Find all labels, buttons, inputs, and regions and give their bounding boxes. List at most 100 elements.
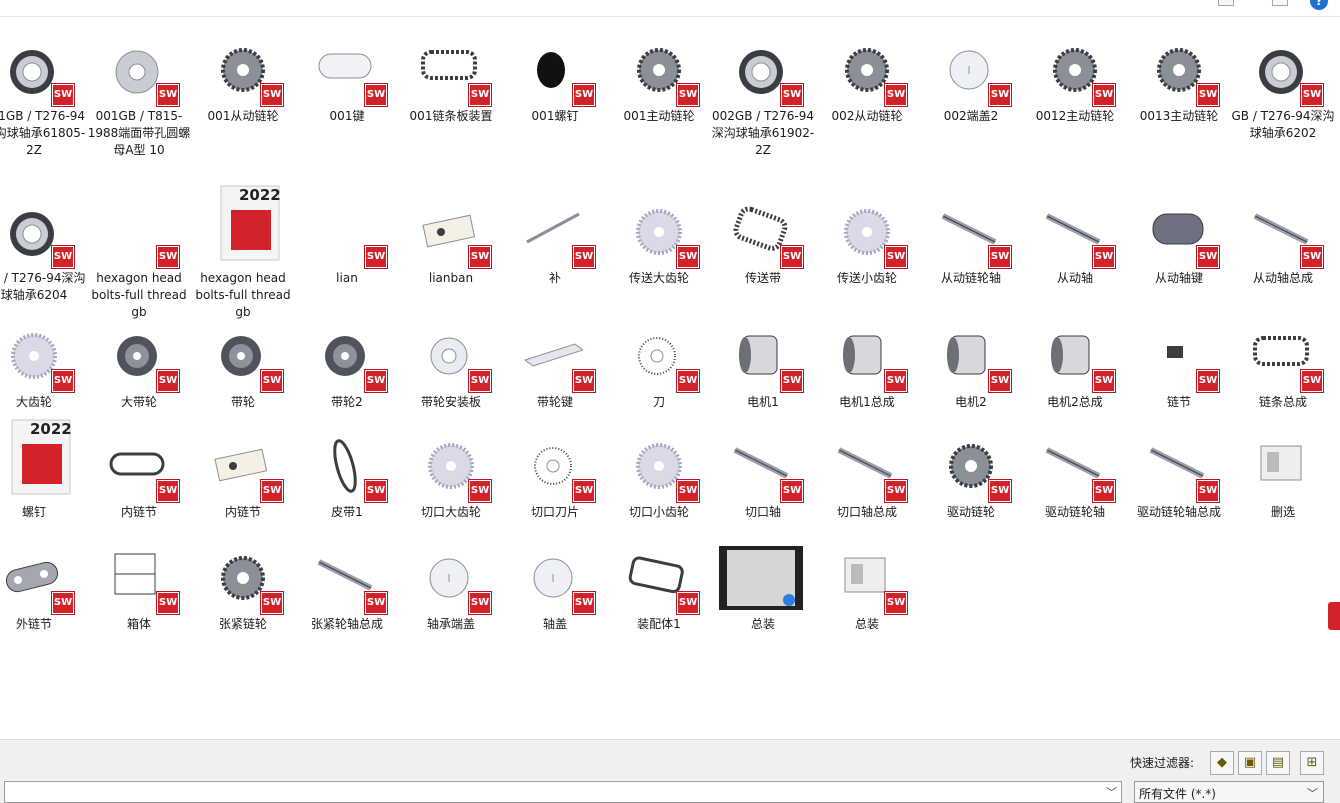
- file-item[interactable]: SW 001GB / T276-94深沟球轴承61805-2Z: [0, 36, 86, 159]
- file-item[interactable]: SW 带轮: [191, 322, 295, 411]
- file-item[interactable]: SW 总装: [815, 544, 919, 633]
- file-item[interactable]: SW 内链节: [191, 432, 295, 521]
- file-item[interactable]: SW 大齿轮: [0, 322, 86, 411]
- file-name-label: 传送大齿轮: [628, 271, 689, 285]
- solidworks-badge-icon: SW: [469, 370, 491, 392]
- file-item[interactable]: SW 驱动链轮轴总成: [1127, 432, 1231, 521]
- file-item[interactable]: SW 装配体1: [607, 544, 711, 633]
- file-item[interactable]: SW lian: [295, 198, 399, 287]
- solidworks-badge-icon: SW: [781, 480, 803, 502]
- file-item[interactable]: SW 从动轴: [1023, 198, 1127, 287]
- file-item[interactable]: SW 电机1: [711, 322, 815, 411]
- file-item[interactable]: SW 刀: [607, 322, 711, 411]
- file-name-label: hexagon head bolts-full thread gb: [195, 271, 291, 319]
- bearing-icon: SW: [0, 36, 74, 106]
- shaft-icon: SW: [1035, 198, 1115, 268]
- solidworks-badge-icon: SW: [885, 370, 907, 392]
- file-item[interactable]: SW 切口小齿轮: [607, 432, 711, 521]
- blade-icon: SW: [515, 432, 595, 502]
- bar-icon: SW: [515, 322, 595, 392]
- file-item[interactable]: SW 0013主动链轮: [1127, 36, 1231, 125]
- key-icon: SW: [307, 36, 387, 106]
- file-item[interactable]: SW 002端盖2: [919, 36, 1023, 125]
- file-item[interactable]: SW GB / T276-94深沟球轴承6202: [1231, 36, 1335, 142]
- file-item[interactable]: SW 大带轮: [87, 322, 191, 411]
- file-item[interactable]: SW 电机2总成: [1023, 322, 1127, 411]
- file-item[interactable]: SW 从动链轮轴: [919, 198, 1023, 287]
- file-item[interactable]: SW 传送小齿轮: [815, 198, 919, 287]
- file-item[interactable]: SW 补: [503, 198, 607, 287]
- file-item[interactable]: SW 轴盖: [503, 544, 607, 633]
- file-item[interactable]: SW 切口刀片: [503, 432, 607, 521]
- file-item[interactable]: SW lianban: [399, 198, 503, 287]
- file-item[interactable]: SW 切口轴总成: [815, 432, 919, 521]
- file-name-label: 大齿轮: [15, 395, 52, 409]
- file-item[interactable]: SW 从动轴键: [1127, 198, 1231, 287]
- file-item[interactable]: 删选: [1231, 432, 1335, 521]
- file-item[interactable]: SW 外链节: [0, 544, 86, 633]
- filter-drawings-icon[interactable]: ▤: [1266, 751, 1290, 775]
- file-item[interactable]: SW 002从动链轮: [815, 36, 919, 125]
- pulley-icon: SW: [307, 322, 387, 392]
- file-item[interactable]: SW 传送大齿轮: [607, 198, 711, 287]
- file-name-input[interactable]: ﹀: [4, 781, 1122, 803]
- shaft-icon: SW: [1243, 198, 1323, 268]
- file-item[interactable]: SW 电机1总成: [815, 322, 919, 411]
- view-menu-icon[interactable]: [1218, 0, 1234, 6]
- solidworks-badge-icon: SW: [573, 592, 595, 614]
- file-item[interactable]: SW 002GB / T276-94深沟球轴承61902-2Z: [711, 36, 815, 159]
- file-item[interactable]: SW 电机2: [919, 322, 1023, 411]
- help-icon[interactable]: ?: [1310, 0, 1328, 10]
- file-name-label: 001GB / T276-94深沟球轴承61805-2Z: [0, 109, 86, 157]
- solidworks-badge-icon: SW: [469, 480, 491, 502]
- file-item[interactable]: SW 链条总成: [1231, 322, 1335, 411]
- file-item[interactable]: SW 001链条板装置: [399, 36, 503, 125]
- filter-toplevel-icon[interactable]: ⊞: [1300, 751, 1324, 775]
- solidworks-badge-icon: SW: [261, 84, 283, 106]
- file-name-label: 补: [548, 271, 561, 285]
- file-item[interactable]: SW 驱动链轮: [919, 432, 1023, 521]
- chevron-down-icon[interactable]: ﹀: [1307, 785, 1318, 801]
- file-item[interactable]: SW 链节: [1127, 322, 1231, 411]
- file-item[interactable]: SW 带轮安装板: [399, 322, 503, 411]
- file-item[interactable]: SW 带轮键: [503, 322, 607, 411]
- file-item[interactable]: SW 张紧链轮: [191, 544, 295, 633]
- file-name-label: 张紧链轮: [218, 617, 267, 631]
- file-item[interactable]: SW 001从动链轮: [191, 36, 295, 125]
- file-item[interactable]: SW 驱动链轮轴: [1023, 432, 1127, 521]
- file-name-label: lian: [336, 271, 358, 285]
- file-type-select[interactable]: 所有文件 (*.*) ﹀: [1134, 781, 1324, 803]
- chevron-down-icon[interactable]: ﹀: [1106, 784, 1117, 800]
- chain-plate-icon: SW: [1243, 322, 1323, 392]
- file-item[interactable]: SW 张紧轮轴总成: [295, 544, 399, 633]
- file-item[interactable]: SW 001螺钉: [503, 36, 607, 125]
- file-item[interactable]: SW GB / T276-94深沟球轴承6204: [0, 198, 86, 304]
- file-name-label: 刀: [652, 395, 665, 409]
- file-item[interactable]: 2022 螺钉: [0, 419, 86, 521]
- file-item[interactable]: SW 传送带: [711, 198, 815, 287]
- solidworks-badge-icon: SW: [157, 370, 179, 392]
- preview-pane-icon[interactable]: [1272, 0, 1288, 6]
- filter-assemblies-icon[interactable]: ▣: [1238, 751, 1262, 775]
- file-name-label: 001键: [329, 109, 365, 123]
- file-item[interactable]: SW 箱体: [87, 544, 191, 633]
- file-item[interactable]: SW 切口轴: [711, 432, 815, 521]
- file-item[interactable]: SW 内链节: [87, 432, 191, 521]
- file-name-label: 002端盖2: [943, 109, 999, 123]
- solidworks-badge-icon: SW: [885, 480, 907, 502]
- file-item[interactable]: SW 0012主动链轮: [1023, 36, 1127, 125]
- file-item[interactable]: SW 001键: [295, 36, 399, 125]
- bearing-icon: SW: [1243, 36, 1323, 106]
- belt-icon: SW: [723, 198, 803, 268]
- file-item[interactable]: SW 001GB / T815-1988端面带孔圆螺母A型 10: [87, 36, 191, 159]
- file-item[interactable]: 2022 hexagon head bolts-full thread gb: [191, 185, 295, 321]
- file-item[interactable]: 总装: [711, 544, 815, 633]
- file-item[interactable]: SW 001主动链轮: [607, 36, 711, 125]
- file-item[interactable]: SW 轴承端盖: [399, 544, 503, 633]
- file-item[interactable]: SW 从动轴总成: [1231, 198, 1335, 287]
- file-item[interactable]: SW 皮带1: [295, 432, 399, 521]
- filter-parts-icon[interactable]: ◆: [1210, 751, 1234, 775]
- file-item[interactable]: SW hexagon head bolts-full thread gb: [87, 198, 191, 321]
- file-item[interactable]: SW 切口大齿轮: [399, 432, 503, 521]
- file-item[interactable]: SW 带轮2: [295, 322, 399, 411]
